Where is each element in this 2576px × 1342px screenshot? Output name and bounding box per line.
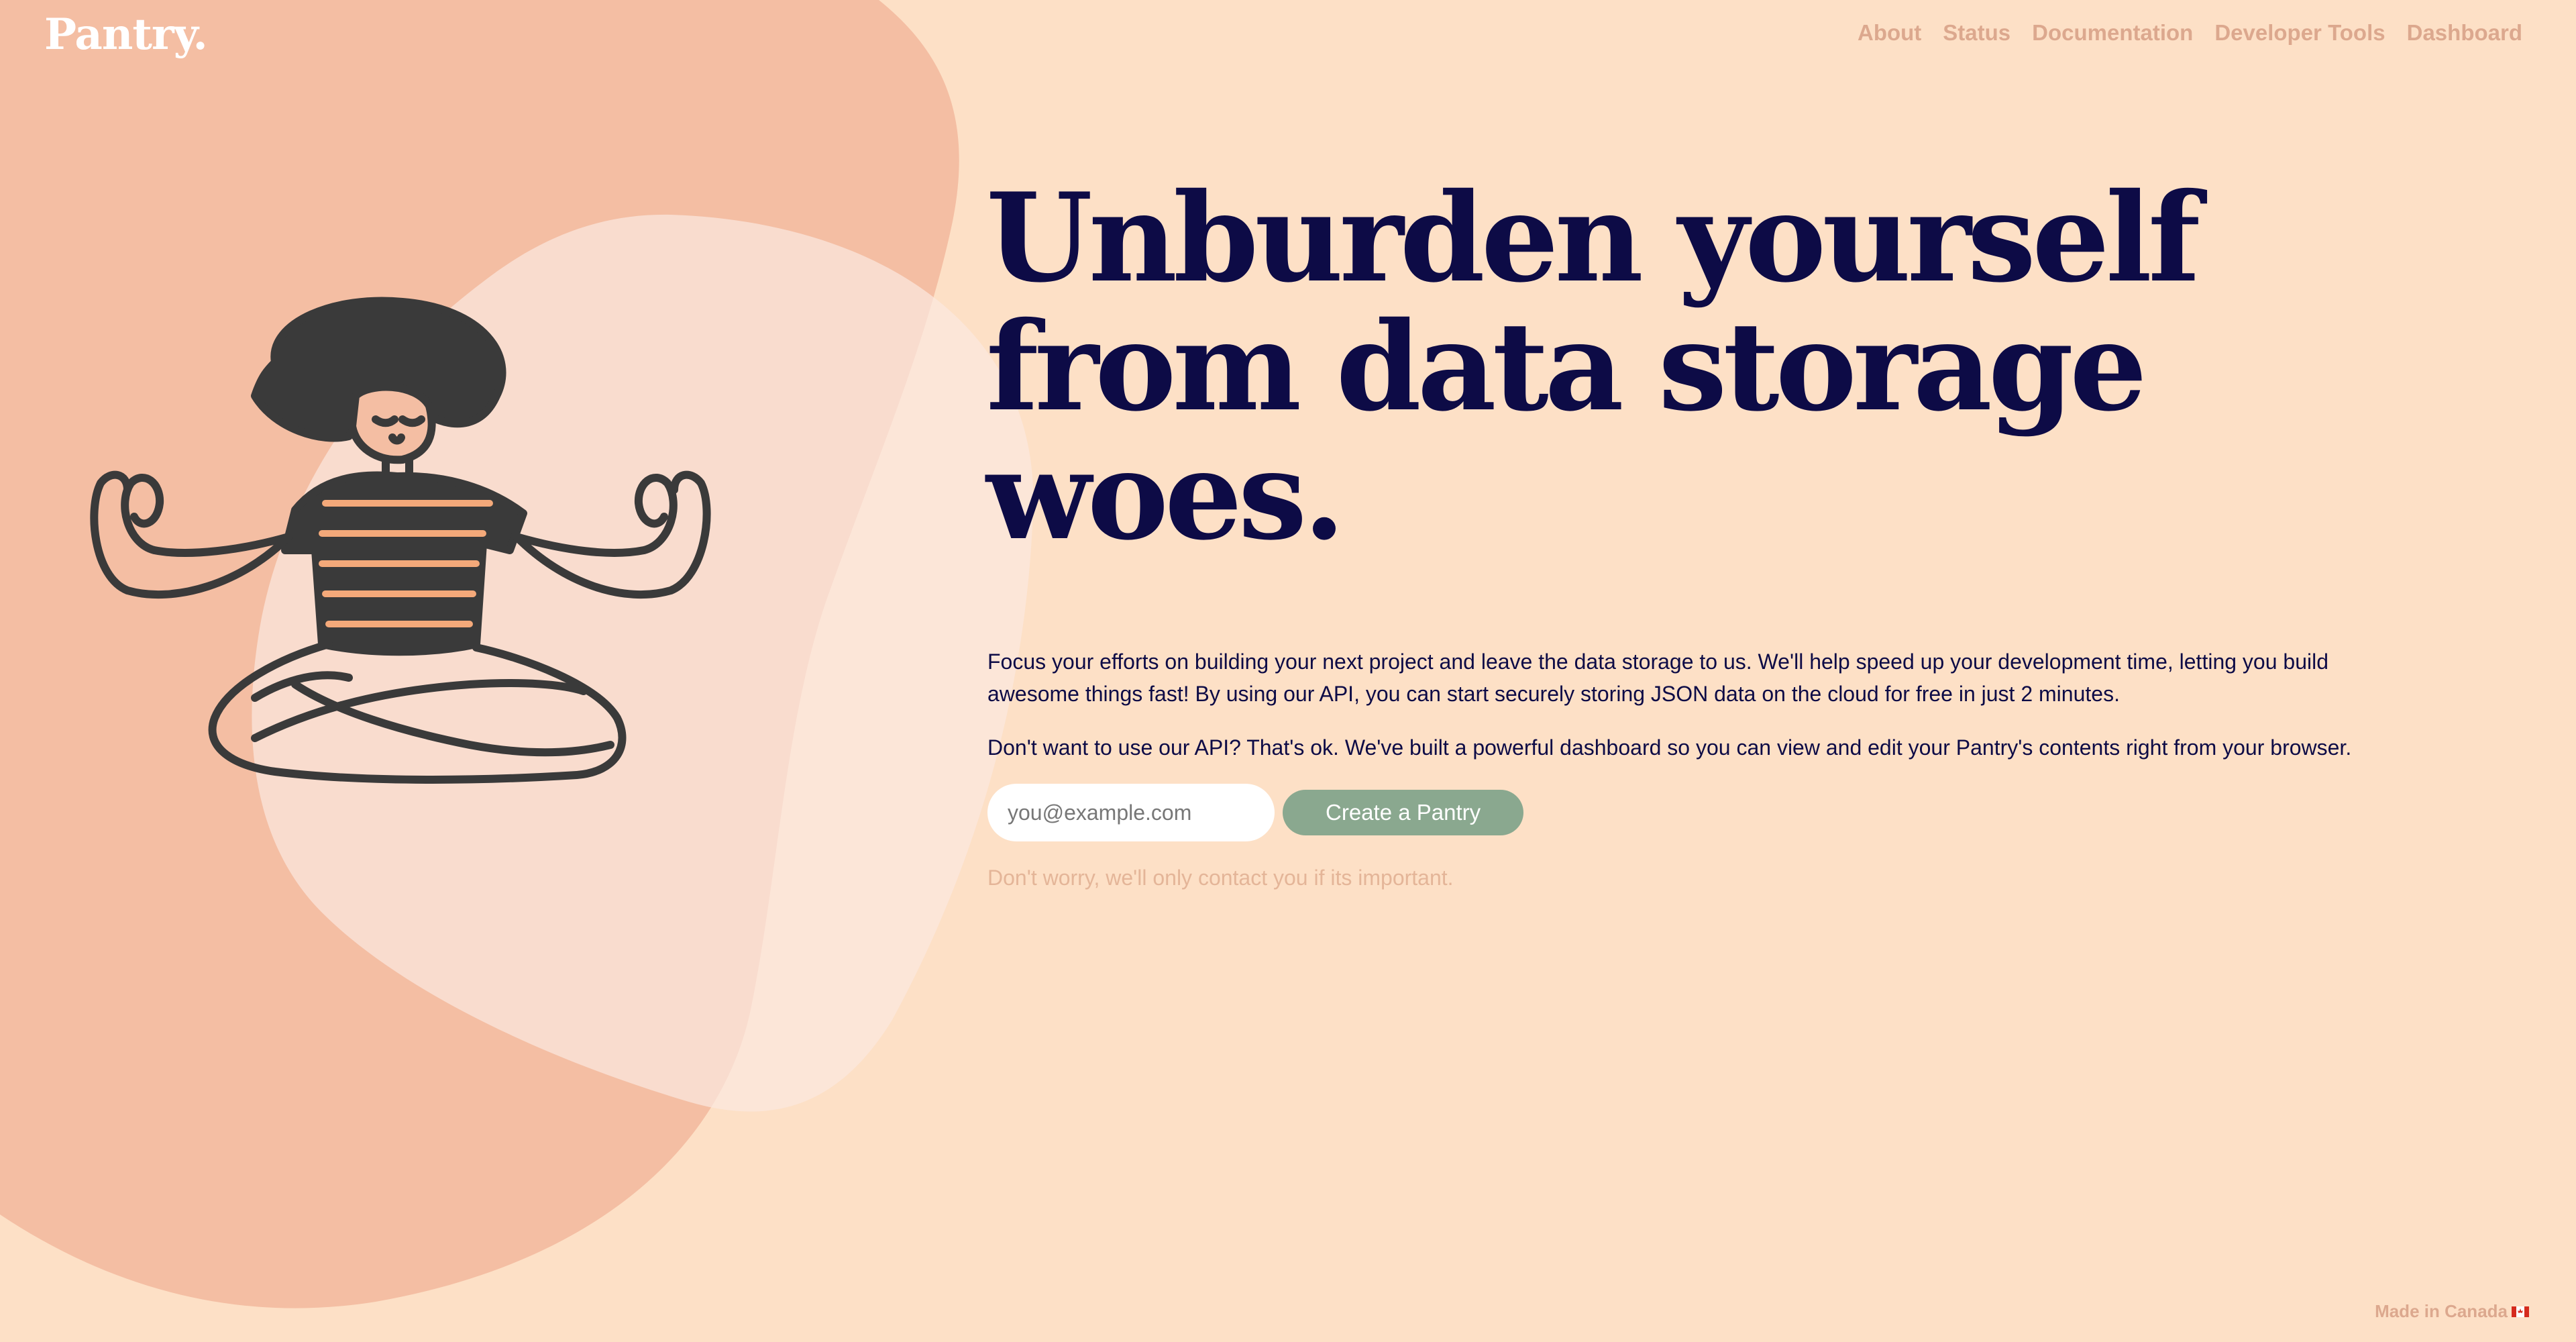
hero-headline: Unburden yourself from data storage woes… xyxy=(986,166,2200,567)
email-input[interactable] xyxy=(987,784,1275,841)
hero-paragraph-1: Focus your efforts on building your next… xyxy=(987,650,2329,706)
hero-paragraph-2: Don't want to use our API? That's ok. We… xyxy=(987,735,2352,760)
signup-note: Don't worry, we'll only contact you if i… xyxy=(987,866,1454,890)
top-nav: About Status Documentation Developer Too… xyxy=(1858,20,2522,46)
create-pantry-button[interactable]: Create a Pantry xyxy=(1283,790,1524,835)
nav-status[interactable]: Status xyxy=(1943,20,2010,46)
nav-dashboard[interactable]: Dashboard xyxy=(2407,20,2522,46)
made-in-canada-label: Made in Canada xyxy=(2375,1301,2508,1321)
hero-section: Unburden yourself from data storage woes… xyxy=(986,173,2462,560)
landing-page: Pantry. About Status Documentation Devel… xyxy=(0,0,2576,1342)
nav-developer-tools[interactable]: Developer Tools xyxy=(2214,20,2385,46)
footer: Made in Canada xyxy=(2375,1301,2529,1322)
canada-flag-icon xyxy=(2512,1306,2529,1317)
meditating-person-illustration xyxy=(90,297,711,784)
nav-about[interactable]: About xyxy=(1858,20,1921,46)
signup-form: Create a Pantry xyxy=(987,784,1524,841)
nav-documentation[interactable]: Documentation xyxy=(2032,20,2193,46)
logo[interactable]: Pantry. xyxy=(44,9,208,60)
